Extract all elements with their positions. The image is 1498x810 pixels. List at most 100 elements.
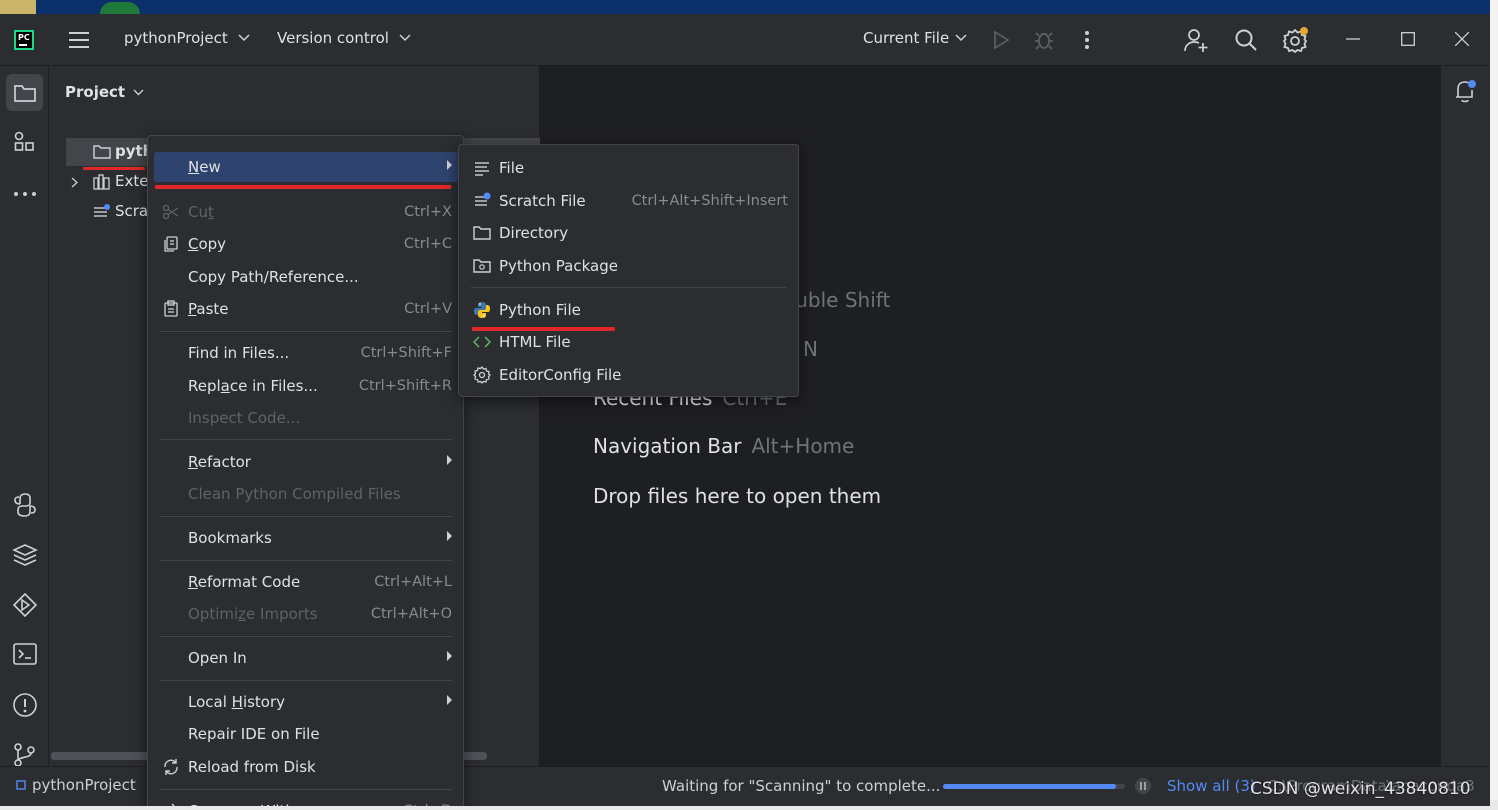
new-item-html-file[interactable]: HTML File	[465, 327, 794, 357]
menu-item-label: Local History	[188, 693, 286, 711]
hint-label: Drop files here to open them	[593, 484, 882, 508]
chevron-down-icon	[399, 34, 411, 42]
new-item-scratch-file[interactable]: Scratch File Ctrl+Alt+Shift+Insert	[465, 186, 794, 216]
chevron-right-icon[interactable]	[71, 177, 78, 188]
status-progress-bar	[943, 784, 1125, 789]
menu-item-find-in-files[interactable]: Find in Files... Ctrl+Shift+F	[154, 338, 458, 368]
run-icon[interactable]	[992, 30, 1010, 50]
project-selector[interactable]: pythonProject	[124, 29, 250, 47]
hint-shortcut: N	[803, 337, 818, 361]
menu-item-label: Python Package	[499, 257, 618, 275]
debug-icon[interactable]	[1033, 29, 1055, 51]
main-menu-icon[interactable]	[68, 30, 90, 50]
file-icon	[473, 159, 491, 177]
project-panel-header[interactable]: Project	[65, 83, 144, 101]
project-panel-title: Project	[65, 83, 126, 101]
project-tool-button[interactable]	[6, 74, 43, 111]
copy-icon	[162, 235, 180, 253]
menu-item-shortcut: Ctrl+Shift+R	[358, 378, 452, 394]
more-tools-icon[interactable]	[13, 191, 37, 197]
module-icon	[16, 780, 26, 790]
menu-item-label: Python File	[499, 301, 581, 319]
menu-item-replace-in-files[interactable]: Replace in Files... Ctrl+Shift+R	[154, 371, 458, 401]
menu-item-reformat-code[interactable]: Reformat Code Ctrl+Alt+L	[154, 567, 458, 597]
menu-item-paste[interactable]: Paste Ctrl+V	[154, 294, 458, 324]
menu-item-label: Reload from Disk	[188, 758, 316, 776]
menu-item-clean-python-compiled-files[interactable]: Clean Python Compiled Files	[154, 479, 458, 509]
navigation-bar-hint: Navigation Bar Alt+Home	[593, 434, 854, 458]
tree-row-label: Exte	[115, 172, 149, 190]
new-item-python-package[interactable]: Python Package	[465, 251, 794, 281]
settings-gear-icon[interactable]	[1283, 27, 1309, 53]
menu-separator	[160, 560, 452, 561]
hint-shortcut: ouble Shift	[783, 288, 891, 312]
menu-item-label: Bookmarks	[188, 529, 272, 547]
folder-icon	[93, 144, 111, 160]
notifications-bell-icon[interactable]	[1454, 78, 1478, 104]
project-status-widget[interactable]: pythonProject	[16, 776, 136, 794]
close-window-icon[interactable]	[1455, 32, 1469, 46]
menu-item-optimize-imports[interactable]: Optimize Imports Ctrl+Alt+O	[154, 599, 458, 629]
title-bar: PC pythonProject Version control Current…	[0, 14, 1490, 66]
menu-item-reload-from-disk[interactable]: Reload from Disk	[154, 752, 458, 782]
search-icon[interactable]	[1234, 28, 1258, 52]
pause-icon[interactable]	[1134, 777, 1152, 795]
menu-item-bookmarks[interactable]: Bookmarks	[154, 523, 458, 553]
version-control-label: Version control	[277, 29, 389, 47]
tree-row-external-libraries[interactable]: Exte	[66, 168, 156, 196]
show-all-link[interactable]: Show all (3)	[1167, 777, 1256, 795]
paste-icon	[162, 300, 180, 318]
chevron-down-icon	[238, 34, 250, 42]
version-control-selector[interactable]: Version control	[277, 29, 411, 47]
menu-item-inspect-code[interactable]: Inspect Code...	[154, 403, 458, 433]
more-actions-icon[interactable]	[1083, 29, 1091, 51]
new-item-directory[interactable]: Directory	[465, 218, 794, 248]
submenu-arrow-icon	[447, 651, 452, 661]
hint-label: Navigation Bar	[593, 434, 742, 458]
maximize-window-icon[interactable]	[1401, 32, 1415, 46]
menu-item-local-history[interactable]: Local History	[154, 687, 458, 717]
menu-separator	[160, 439, 452, 440]
menu-item-shortcut: Ctrl+Alt+Shift+Insert	[631, 193, 788, 209]
menu-item-label: Refactor	[188, 453, 251, 471]
structure-icon[interactable]	[13, 131, 37, 155]
background-window-edge	[1490, 0, 1498, 810]
hint-shortcut: Alt+Home	[751, 434, 855, 458]
menu-item-label: Paste	[188, 300, 229, 318]
status-progress-fill	[943, 784, 1116, 789]
menu-item-refactor[interactable]: Refactor	[154, 447, 458, 477]
submenu-arrow-icon	[447, 160, 452, 170]
menu-item-copy[interactable]: Copy Ctrl+C	[154, 229, 458, 259]
pycharm-logo-icon[interactable]: PC	[14, 30, 34, 50]
menu-item-cut[interactable]: Cut Ctrl+X	[154, 197, 458, 227]
menu-separator	[471, 287, 786, 288]
folder-icon	[13, 83, 37, 103]
python-packages-icon[interactable]	[12, 542, 38, 568]
menu-item-repair-ide-on-file[interactable]: Repair IDE on File	[154, 719, 458, 749]
html-icon	[473, 333, 491, 351]
menu-item-new[interactable]: New	[154, 152, 458, 182]
git-branch-icon[interactable]	[12, 742, 38, 768]
tree-row-scratches[interactable]: Scra	[66, 198, 156, 226]
problems-icon[interactable]	[12, 692, 38, 718]
menu-item-open-in[interactable]: Open In	[154, 643, 458, 673]
tree-row-label: Scra	[115, 202, 149, 220]
minimize-window-icon[interactable]	[1346, 38, 1360, 40]
folder-icon	[473, 224, 491, 242]
left-tool-strip	[0, 66, 49, 768]
python-console-icon[interactable]	[12, 492, 38, 518]
scratch-file-icon	[473, 192, 491, 210]
add-user-icon[interactable]	[1183, 27, 1209, 53]
menu-item-label: Optimize Imports	[188, 605, 318, 623]
menu-item-compare-with[interactable]: Compare With... Ctrl+D	[154, 796, 458, 806]
menu-item-label: Find in Files...	[188, 344, 290, 362]
terminal-icon[interactable]	[12, 642, 38, 666]
services-icon[interactable]	[12, 592, 38, 618]
package-icon	[473, 257, 491, 275]
menu-item-copy-path-reference[interactable]: Copy Path/Reference...	[154, 262, 458, 292]
new-item-file[interactable]: File	[465, 153, 794, 183]
run-config-selector[interactable]: Current File	[863, 29, 967, 47]
new-item-python-file[interactable]: Python File	[465, 295, 794, 325]
menu-item-shortcut: Ctrl+C	[403, 236, 452, 252]
new-item-editorconfig-file[interactable]: EditorConfig File	[465, 360, 794, 390]
